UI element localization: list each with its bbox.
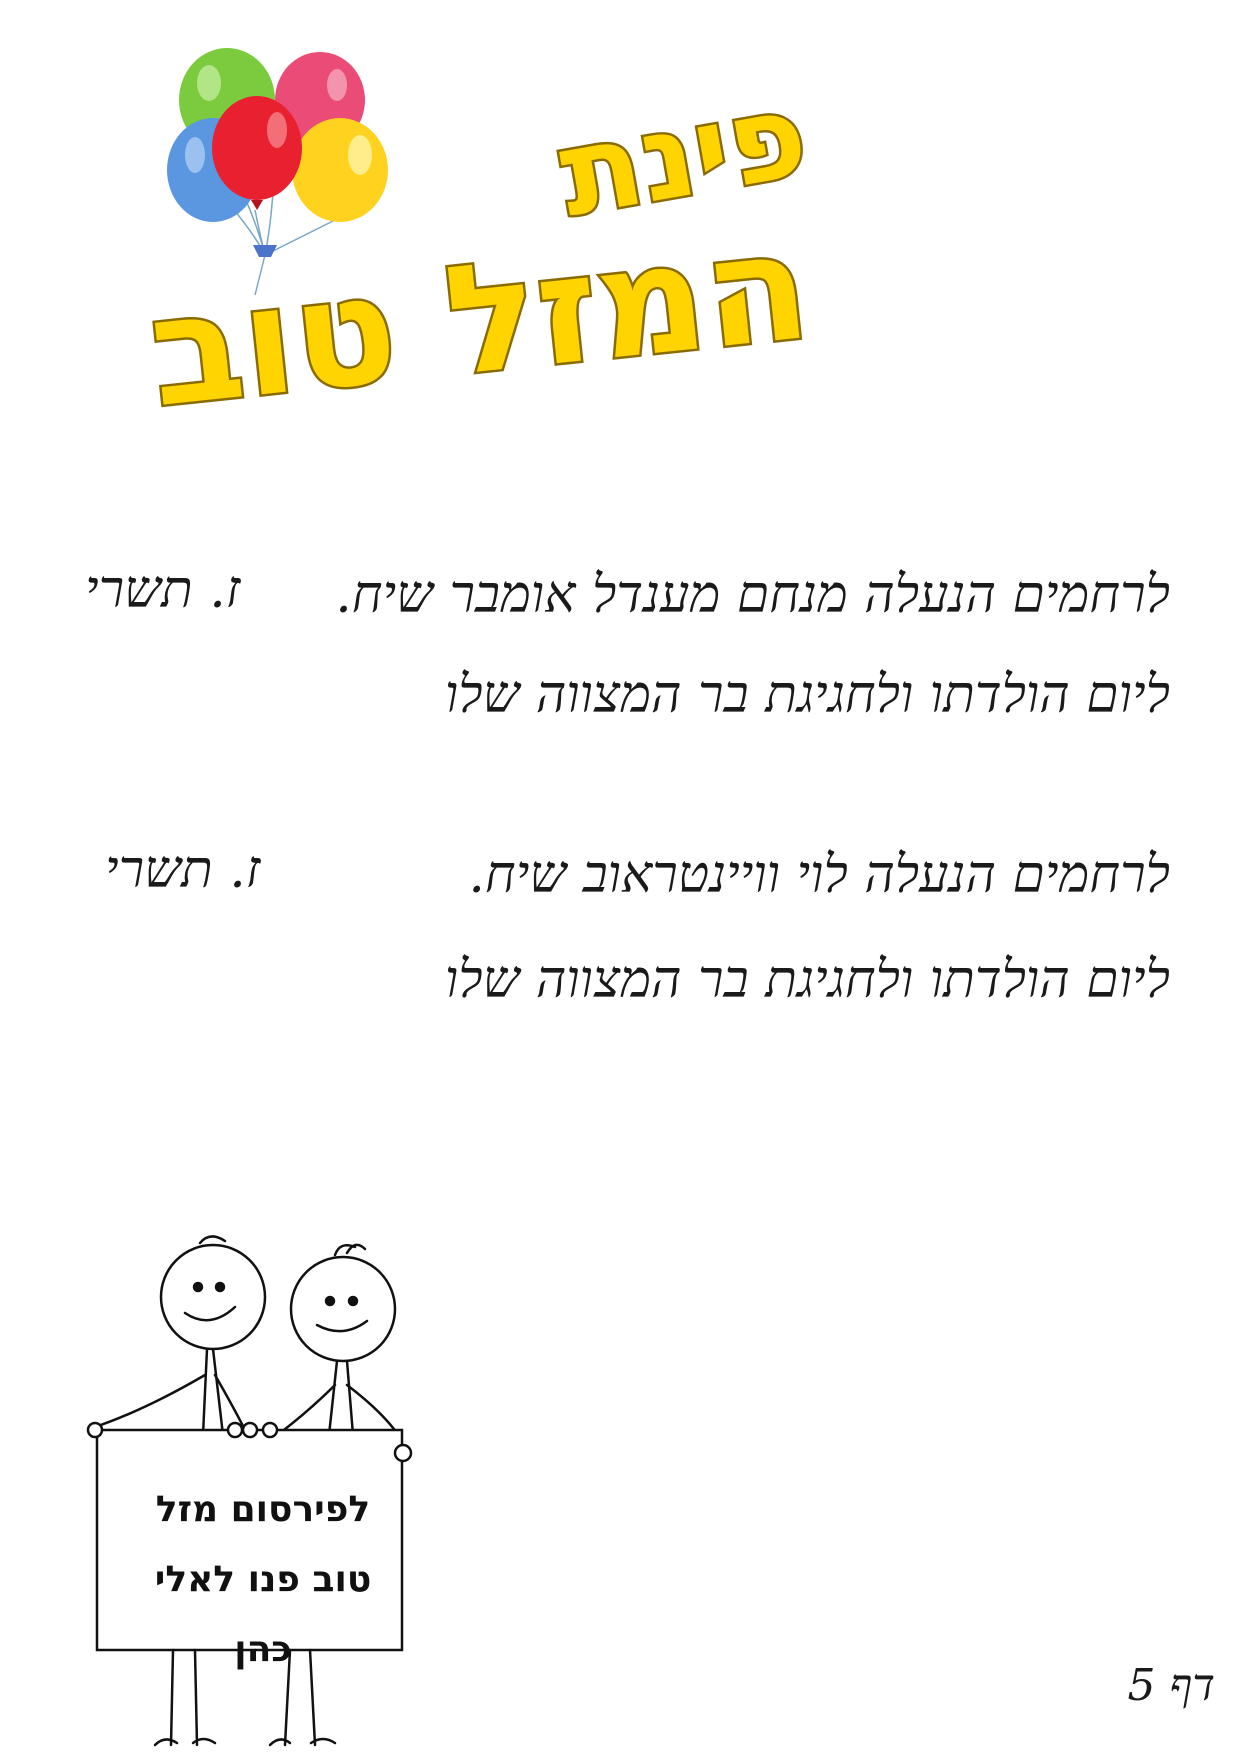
greeting-1-date: ז. תשרי [85, 560, 241, 620]
sign-text-line-3: כהן [234, 1629, 292, 1670]
sign-text-line-1: לפירסום מזל [155, 1489, 371, 1530]
greeting-1-line-1: לרחמים הנעלה מנחם מענדל אומבר שיח. [335, 565, 1170, 625]
greeting-2-date: ז. תשרי [105, 840, 261, 900]
greeting-2-line-2: ליום הולדתו ולחגיגת בר המצווה שלו [444, 950, 1170, 1010]
sign-text-line-2: טוב פנו לאלי [154, 1559, 372, 1600]
greeting-2-line-1: לרחמים הנעלה לוי וויינטראוב שיח. [468, 845, 1170, 905]
page-number: דף 5 [1127, 1660, 1216, 1711]
greeting-1-line-2: ליום הולדתו ולחגיגת בר המצווה שלו [444, 665, 1170, 725]
